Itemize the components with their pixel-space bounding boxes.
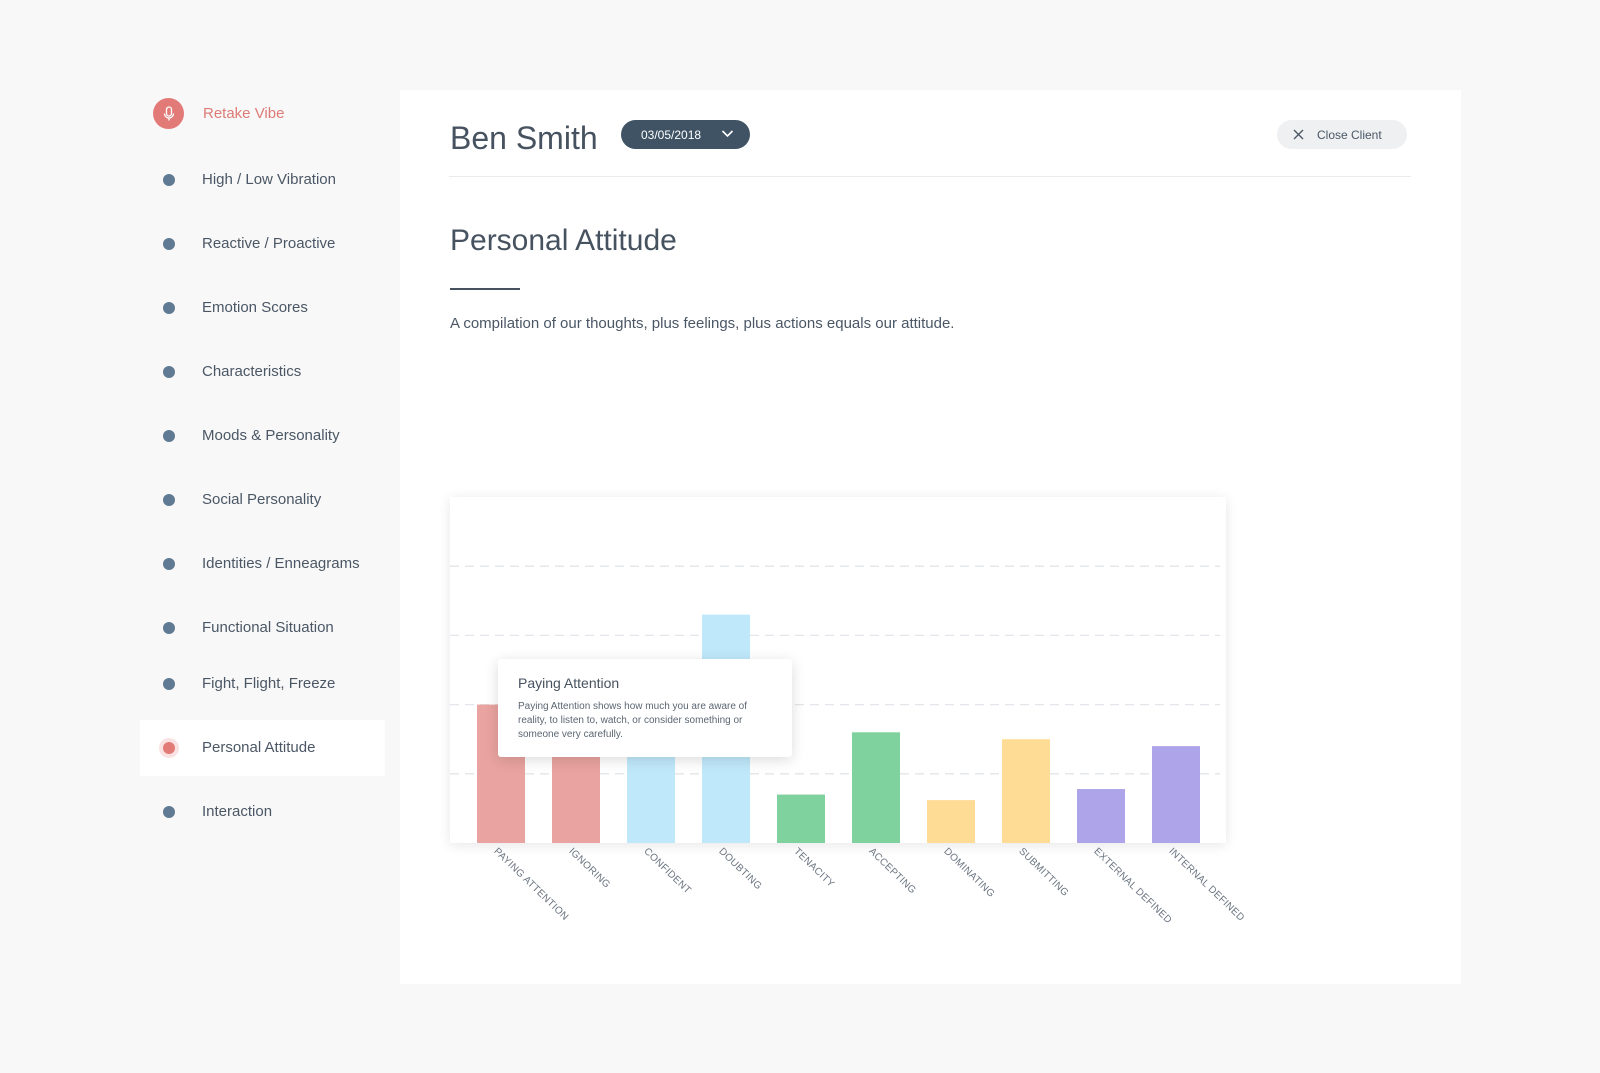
sidebar-item-label: Identities / Enneagrams: [202, 555, 360, 572]
chevron-down-icon: [721, 130, 734, 138]
main-panel: Ben Smith 03/05/2018 Close Client Person…: [400, 90, 1461, 984]
x-tick-label: DOMINATING: [941, 846, 997, 900]
sidebar-item-label: High / Low Vibration: [202, 171, 336, 188]
bar-dominating[interactable]: [927, 800, 975, 843]
sidebar-item-moods-personality[interactable]: Moods & Personality: [140, 408, 385, 464]
nav-dot-icon: [163, 742, 175, 754]
bar-external-defined[interactable]: [1077, 789, 1125, 843]
sidebar-item-label: Personal Attitude: [202, 739, 316, 756]
sidebar-item-social-personality[interactable]: Social Personality: [140, 472, 385, 528]
client-name: Ben Smith: [450, 120, 598, 156]
nav-dot-icon: [163, 238, 175, 250]
nav-dot-icon: [163, 494, 175, 506]
sidebar-item-label: Interaction: [202, 803, 273, 820]
x-tick-label: CONFIDENT: [641, 846, 693, 897]
x-tick-label: INTERNAL DEFINED: [1166, 846, 1247, 924]
sidebar-item-reactive-proactive[interactable]: Reactive / Proactive: [140, 216, 385, 272]
section-title: Personal Attitude: [450, 224, 677, 257]
section-description: A compilation of our thoughts, plus feel…: [450, 315, 955, 332]
sidebar-item-emotion-scores[interactable]: Emotion Scores: [140, 280, 385, 336]
nav-dot-icon: [163, 174, 175, 186]
sidebar-item-label: Reactive / Proactive: [202, 235, 336, 252]
chart-x-axis-labels: PAYING ATTENTION IGNORING CONFIDENT DOUBTIN…: [450, 846, 1270, 946]
bar-submitting[interactable]: [1002, 739, 1050, 843]
bar-accepting[interactable]: [852, 732, 900, 843]
nav-dot-icon: [163, 430, 175, 442]
x-tick-label: EXTERNAL DEFINED: [1091, 846, 1174, 927]
sidebar-item-functional-situation[interactable]: Functional Situation: [140, 600, 385, 656]
sidebar-item-label: Emotion Scores: [202, 299, 308, 316]
bar-ignoring[interactable]: [552, 753, 600, 843]
retake-vibe-button[interactable]: Retake Vibe: [153, 98, 284, 129]
nav-dot-icon: [163, 678, 175, 690]
x-tick-label: PAYING ATTENTION: [491, 846, 571, 923]
close-client-button[interactable]: Close Client: [1277, 120, 1407, 149]
x-tick-label: ACCEPTING: [866, 846, 918, 897]
sidebar-item-interaction[interactable]: Interaction: [140, 784, 385, 840]
retake-vibe-label: Retake Vibe: [203, 105, 285, 122]
header-divider: [449, 176, 1411, 177]
x-tick-label: TENACITY: [791, 846, 837, 890]
sidebar-item-label: Social Personality: [202, 491, 322, 508]
sidebar-item-high-low-vibration[interactable]: High / Low Vibration: [140, 152, 385, 208]
title-underline: [450, 288, 520, 290]
x-tick-label: IGNORING: [566, 846, 613, 891]
nav-dot-icon: [163, 366, 175, 378]
date-value: 03/05/2018: [641, 127, 702, 142]
sidebar-item-label: Fight, Flight, Freeze: [202, 675, 336, 692]
bar-internal-defined[interactable]: [1152, 746, 1200, 843]
chart-tooltip: Paying Attention Paying Attention shows …: [498, 659, 792, 757]
microphone-icon: [153, 98, 184, 129]
close-icon: [1293, 129, 1304, 140]
nav-dot-icon: [163, 806, 175, 818]
sidebar-item-characteristics[interactable]: Characteristics: [140, 344, 385, 400]
sidebar-item-fight-flight-freeze[interactable]: Fight, Flight, Freeze: [140, 656, 385, 712]
sidebar-item-personal-attitude[interactable]: Personal Attitude: [140, 720, 385, 776]
sidebar-item-label: Characteristics: [202, 363, 302, 380]
bar-tenacity[interactable]: [777, 794, 825, 843]
nav-dot-icon: [163, 302, 175, 314]
sidebar-item-label: Functional Situation: [202, 619, 334, 636]
tooltip-body: Paying Attention shows how much you are …: [518, 701, 748, 740]
date-selector[interactable]: 03/05/2018: [621, 120, 750, 149]
nav-dot-icon: [163, 558, 175, 570]
x-tick-label: DOUBTING: [716, 846, 764, 893]
tooltip-title: Paying Attention: [518, 675, 620, 691]
sidebar-item-identities-enneagrams[interactable]: Identities / Enneagrams: [140, 536, 385, 592]
nav-dot-icon: [163, 622, 175, 634]
close-client-label: Close Client: [1317, 128, 1382, 142]
x-tick-label: SUBMITTING: [1016, 846, 1071, 899]
sidebar-item-label: Moods & Personality: [202, 427, 340, 444]
